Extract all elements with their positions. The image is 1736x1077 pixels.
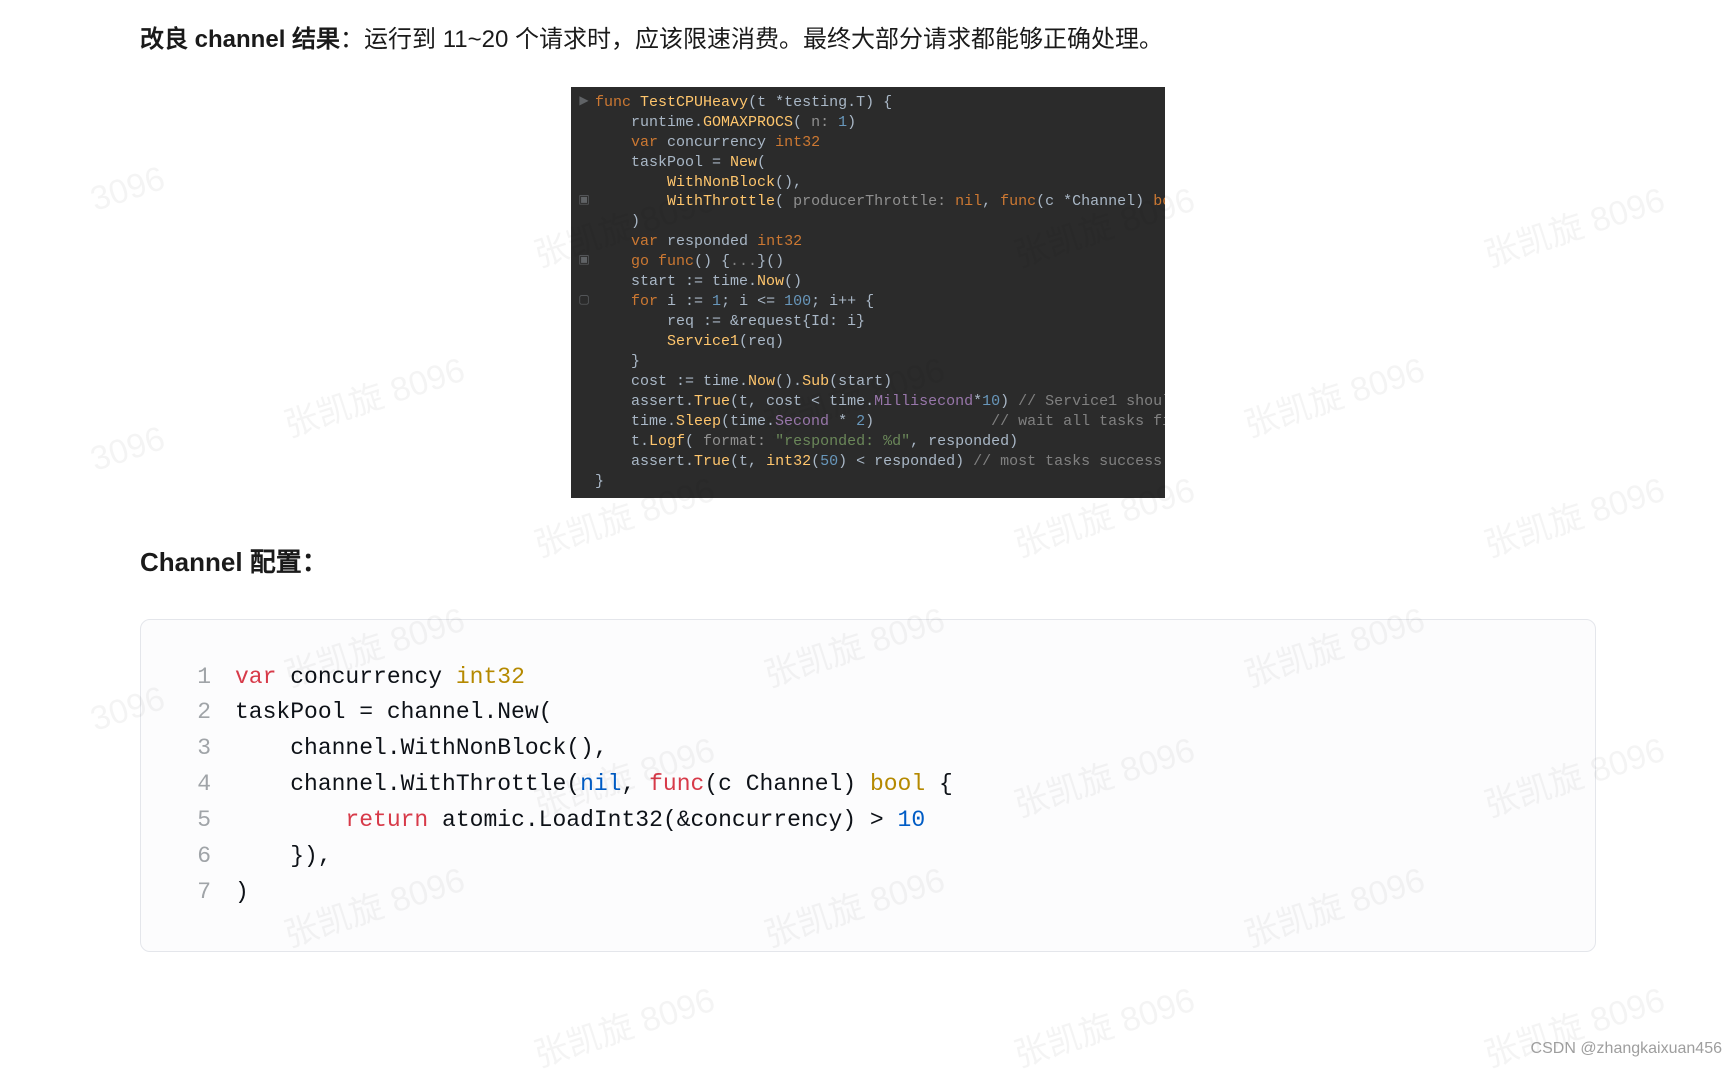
ide-code-line: assert.True(t, int32(50) < responded) //… <box>577 452 1155 472</box>
code-text: return atomic.LoadInt32(&concurrency) > … <box>235 803 925 839</box>
ide-code-line: runtime.GOMAXPROCS( n: 1) <box>577 113 1155 133</box>
gutter-icon: ▢ <box>577 293 591 309</box>
result-heading-bold: 改良 channel 结果 <box>140 26 340 53</box>
ide-code-line: assert.True(t, cost < time.Millisecond*1… <box>577 392 1155 412</box>
watermark: 张凯旋 8096 <box>1007 972 1200 1076</box>
line-number: 6 <box>171 839 235 875</box>
line-number: 2 <box>171 695 235 731</box>
ide-code-line: var concurrency int32 <box>577 133 1155 153</box>
ide-code-line: var responded int32 <box>577 232 1155 252</box>
code-text: ) <box>235 875 249 911</box>
line-number: 7 <box>171 875 235 911</box>
article-content: 改良 channel 结果：运行到 11~20 个请求时，应该限速消费。最终大部… <box>0 0 1736 952</box>
ide-code-line: ▣ WithThrottle( producerThrottle: nil, f… <box>577 192 1155 212</box>
ide-code-line: cost := time.Now().Sub(start) <box>577 372 1155 392</box>
ide-code-line: } <box>577 472 1155 492</box>
gutter-icon: ▣ <box>577 253 591 269</box>
result-heading-rest: ：运行到 11~20 个请求时，应该限速消费。最终大部分请求都能够正确处理。 <box>340 26 1163 53</box>
gutter-icon: ▶ <box>577 94 591 110</box>
ide-code-line: ▢ for i := 1; i <= 100; i++ { <box>577 292 1155 312</box>
ide-code-line: req := &request{Id: i} <box>577 312 1155 332</box>
watermark: 张凯旋 8096 <box>527 972 720 1076</box>
ide-code-line: ▣ go func() {...}() <box>577 252 1155 272</box>
code-text: }), <box>235 839 332 875</box>
code-line: 3 channel.WithNonBlock(), <box>171 731 1565 767</box>
code-block: 1var concurrency int322taskPool = channe… <box>140 619 1596 952</box>
line-number: 3 <box>171 731 235 767</box>
ide-code-line: ▶func TestCPUHeavy(t *testing.T) { <box>577 93 1155 113</box>
code-text: taskPool = channel.New( <box>235 695 552 731</box>
ide-code-line: time.Sleep(time.Second * 2) // wait all … <box>577 412 1155 432</box>
code-line: 2taskPool = channel.New( <box>171 695 1565 731</box>
ide-code-line: ) <box>577 212 1155 232</box>
ide-code-line: t.Logf( format: "responded: %d", respond… <box>577 432 1155 452</box>
code-line: 6 }), <box>171 839 1565 875</box>
config-heading: Channel 配置： <box>140 542 1596 579</box>
ide-code-line: start := time.Now() <box>577 272 1155 292</box>
code-line: 7) <box>171 875 1565 911</box>
result-heading: 改良 channel 结果：运行到 11~20 个请求时，应该限速消费。最终大部… <box>140 20 1596 61</box>
line-number: 1 <box>171 660 235 696</box>
line-number: 5 <box>171 803 235 839</box>
watermark: 张凯旋 8096 <box>1477 972 1670 1076</box>
ide-screenshot: ▶func TestCPUHeavy(t *testing.T) { runti… <box>571 87 1165 498</box>
code-text: var concurrency int32 <box>235 660 525 696</box>
code-line: 1var concurrency int32 <box>171 660 1565 696</box>
code-text: channel.WithThrottle(nil, func(c Channel… <box>235 767 953 803</box>
code-text: channel.WithNonBlock(), <box>235 731 608 767</box>
attribution-text: CSDN @zhangkaixuan456 <box>1531 1040 1722 1058</box>
gutter-icon: ▣ <box>577 193 591 209</box>
line-number: 4 <box>171 767 235 803</box>
code-line: 5 return atomic.LoadInt32(&concurrency) … <box>171 803 1565 839</box>
ide-code-line: } <box>577 352 1155 372</box>
ide-code-line: Service1(req) <box>577 332 1155 352</box>
code-line: 4 channel.WithThrottle(nil, func(c Chann… <box>171 767 1565 803</box>
ide-code-line: WithNonBlock(), <box>577 173 1155 193</box>
ide-code-line: taskPool = New( <box>577 153 1155 173</box>
